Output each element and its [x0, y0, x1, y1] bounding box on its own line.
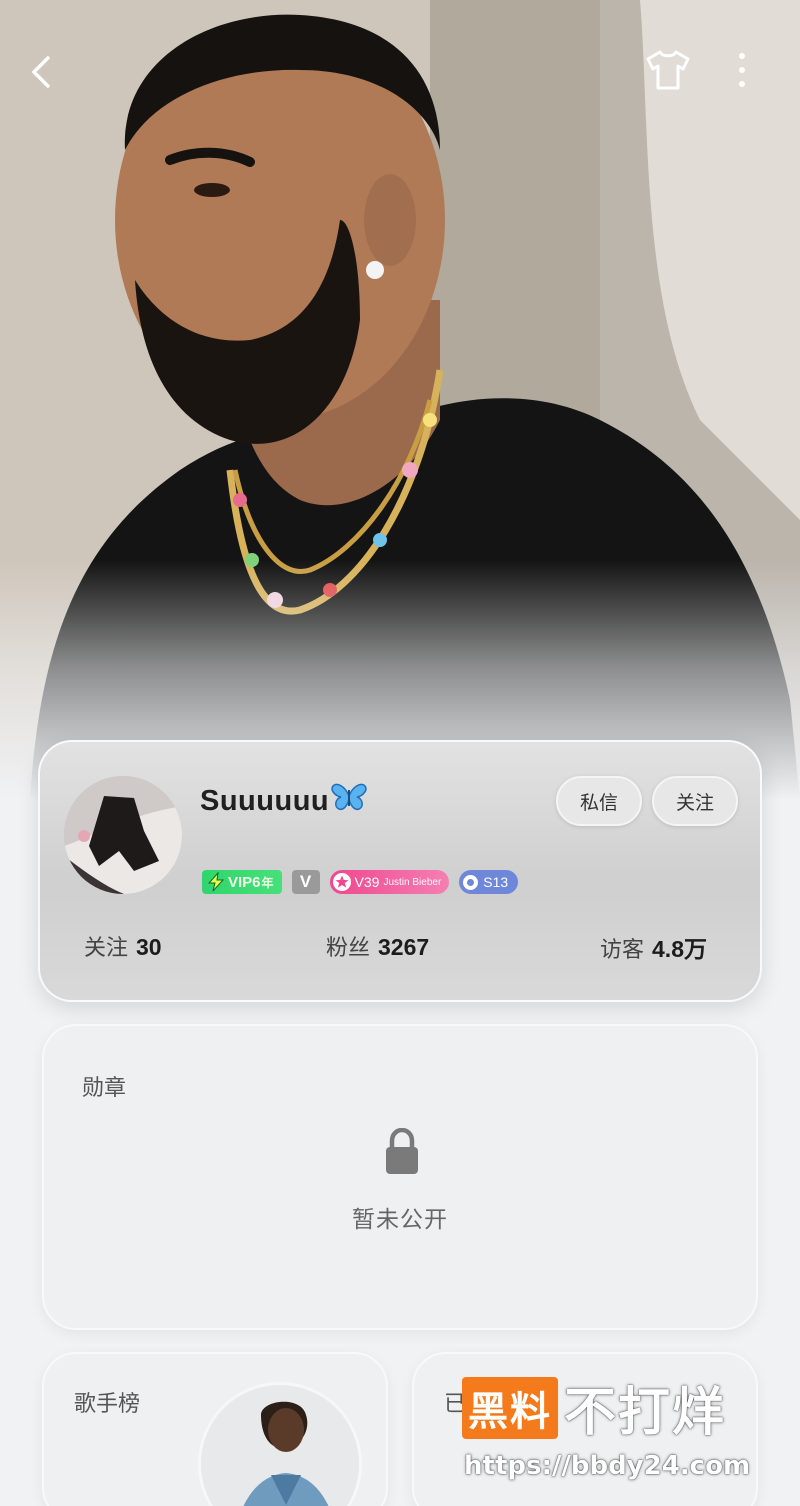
season-badge[interactable]: S13 [459, 870, 519, 894]
following-count: 30 [136, 934, 162, 960]
more-button[interactable] [714, 42, 770, 98]
stat-following[interactable]: 关注 30 [84, 930, 162, 962]
fan-artist: Justin Bieber [383, 876, 442, 888]
message-button[interactable]: 私信 [556, 776, 642, 826]
verified-badge[interactable]: V [291, 870, 320, 894]
lightning-icon [207, 872, 225, 892]
lock-icon [384, 1127, 420, 1181]
avatar[interactable] [64, 776, 182, 894]
watermark-url: https://bbdy24.com [464, 1451, 751, 1481]
fans-count: 3267 [378, 934, 430, 960]
singer-avatar[interactable] [198, 1382, 362, 1506]
medals-title: 勋章 [82, 1075, 127, 1100]
stat-fans[interactable]: 粉丝 3267 [326, 930, 429, 962]
fans-label: 粉丝 [326, 935, 371, 960]
visitors-count: 4.8万 [652, 936, 707, 962]
outfit-button[interactable] [640, 42, 696, 98]
singer-chart-title: 歌手榜 [74, 1391, 141, 1416]
singer-image [201, 1385, 359, 1506]
back-button[interactable] [14, 44, 70, 100]
fan-level-badge[interactable]: V39 Justin Bieber [329, 870, 450, 894]
vip-level: VIP6 [228, 873, 261, 891]
more-vertical-icon [739, 53, 745, 87]
watermark-brand-box: 黑料 [462, 1376, 558, 1439]
vip-badge[interactable]: VIP6 年 [202, 870, 282, 894]
vip-suffix: 年 [261, 875, 274, 890]
following-label: 关注 [84, 935, 129, 960]
avatar-image [64, 776, 182, 894]
watermark-brand-text: 不打烊 [564, 1384, 727, 1442]
visitors-label: 访客 [600, 937, 645, 962]
profile-card: Suuuuuu 私信 关注 VIP6 年 V V39 Justin Bieber… [38, 740, 762, 1002]
badge-row: VIP6 年 V V39 Justin Bieber S13 [202, 868, 519, 896]
chevron-left-icon [32, 56, 50, 88]
singer-chart-card[interactable]: 歌手榜 [42, 1352, 388, 1506]
medals-status: 暂未公开 [352, 1206, 448, 1232]
username: Suuuuuu [200, 782, 367, 820]
tshirt-icon [646, 50, 690, 90]
stat-visitors[interactable]: 访客 4.8万 [600, 930, 707, 964]
profile-cover [0, 0, 800, 800]
season-level: S13 [483, 874, 509, 890]
fan-level: V39 [354, 874, 380, 890]
follow-button[interactable]: 关注 [652, 776, 738, 826]
star-icon [332, 873, 351, 891]
season-dot-icon [463, 874, 479, 890]
medals-card[interactable]: 勋章 暂未公开 [42, 1024, 758, 1330]
butterfly-icon [331, 782, 367, 820]
username-text: Suuuuuu [200, 784, 330, 817]
watermark: 黑料 不打烊 https://bbdy24.com [462, 1370, 762, 1481]
